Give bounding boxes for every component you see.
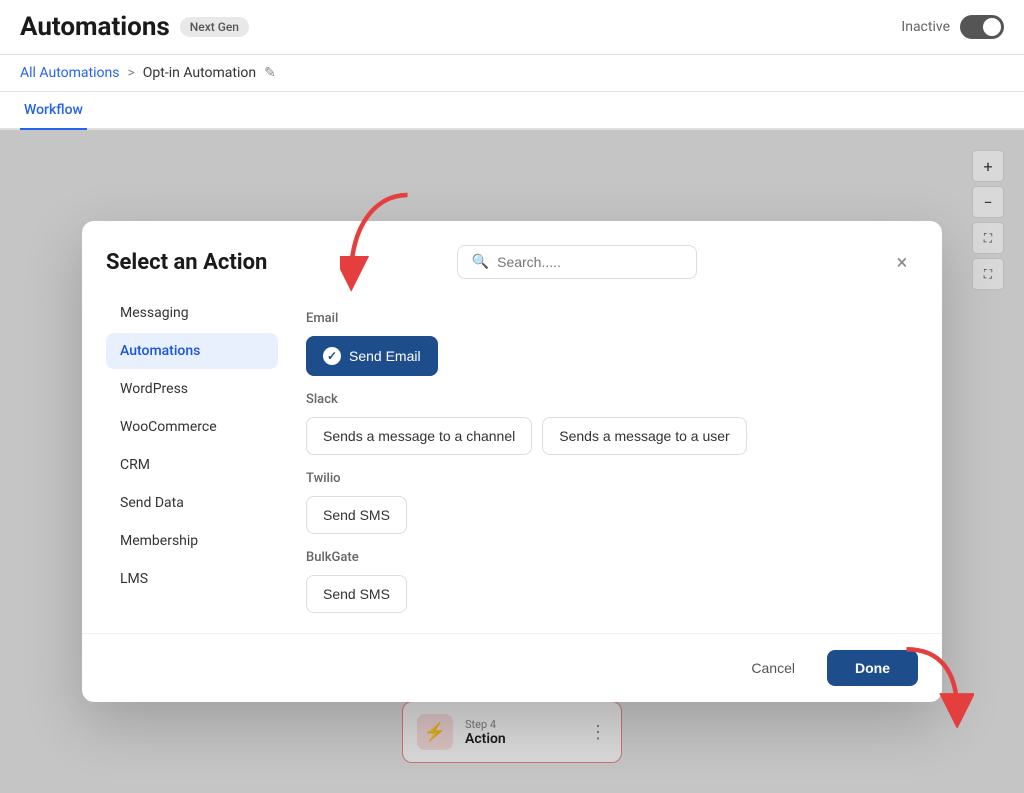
breadcrumb-all-automations[interactable]: All Automations: [20, 65, 119, 81]
breadcrumb: All Automations > Opt-in Automation ✎: [0, 55, 1024, 92]
cancel-button[interactable]: Cancel: [731, 650, 815, 686]
slack-user-button[interactable]: Sends a message to a user: [542, 417, 746, 455]
section-title-bulkgate: BulkGate: [306, 550, 918, 565]
breadcrumb-current: Opt-in Automation: [143, 65, 256, 81]
sidebar-item-wordpress[interactable]: WordPress: [106, 371, 278, 407]
bulkgate-actions: Send SMS: [306, 575, 918, 613]
modal-header: Select an Action 🔍 ×: [82, 221, 942, 295]
sidebar-item-crm[interactable]: CRM: [106, 447, 278, 483]
modal-overlay: Select an Action 🔍 × Messaging Automatio…: [0, 130, 1024, 793]
search-icon: 🔍: [472, 254, 489, 270]
modal-content: Email ✓ Send Email Slack Sends a message…: [286, 295, 918, 633]
modal-sidebar: Messaging Automations WordPress WooComme…: [106, 295, 286, 633]
top-bar-right: Inactive: [901, 15, 1004, 39]
bulkgate-sms-button[interactable]: Send SMS: [306, 575, 407, 613]
top-bar-left: Automations Next Gen: [20, 12, 249, 42]
status-toggle[interactable]: [960, 15, 1004, 39]
sidebar-item-messaging[interactable]: Messaging: [106, 295, 278, 331]
breadcrumb-separator: >: [127, 65, 134, 81]
sidebar-item-lms[interactable]: LMS: [106, 561, 278, 597]
modal-search-container: 🔍: [457, 245, 697, 279]
page-title: Automations: [20, 12, 170, 42]
check-icon: ✓: [323, 347, 341, 365]
edit-icon[interactable]: ✎: [264, 65, 276, 81]
sidebar-item-send-data[interactable]: Send Data: [106, 485, 278, 521]
tab-bar: Workflow: [0, 92, 1024, 130]
done-button[interactable]: Done: [827, 650, 918, 686]
modal-title: Select an Action: [106, 250, 267, 275]
next-gen-badge: Next Gen: [180, 17, 249, 37]
sidebar-item-automations[interactable]: Automations: [106, 333, 278, 369]
twilio-sms-button[interactable]: Send SMS: [306, 496, 407, 534]
slack-channel-button[interactable]: Sends a message to a channel: [306, 417, 532, 455]
top-bar: Automations Next Gen Inactive: [0, 0, 1024, 55]
sidebar-item-woocommerce[interactable]: WooCommerce: [106, 409, 278, 445]
modal-close-button[interactable]: ×: [886, 246, 918, 278]
modal-footer: Cancel Done: [82, 633, 942, 702]
section-title-twilio: Twilio: [306, 471, 918, 486]
send-email-label: Send Email: [349, 348, 421, 364]
section-title-email: Email: [306, 311, 918, 326]
send-email-button[interactable]: ✓ Send Email: [306, 336, 438, 376]
sidebar-item-membership[interactable]: Membership: [106, 523, 278, 559]
email-actions: ✓ Send Email: [306, 336, 918, 376]
twilio-actions: Send SMS: [306, 496, 918, 534]
modal: Select an Action 🔍 × Messaging Automatio…: [82, 221, 942, 702]
section-title-slack: Slack: [306, 392, 918, 407]
slack-actions: Sends a message to a channel Sends a mes…: [306, 417, 918, 455]
search-input[interactable]: [497, 254, 682, 270]
tab-workflow[interactable]: Workflow: [20, 92, 87, 130]
modal-body: Messaging Automations WordPress WooComme…: [82, 295, 942, 633]
status-label: Inactive: [901, 19, 950, 35]
canvas: + − ⛶ ⛶ ⚡ Step 4 Action ⋮ Select an Acti…: [0, 130, 1024, 793]
